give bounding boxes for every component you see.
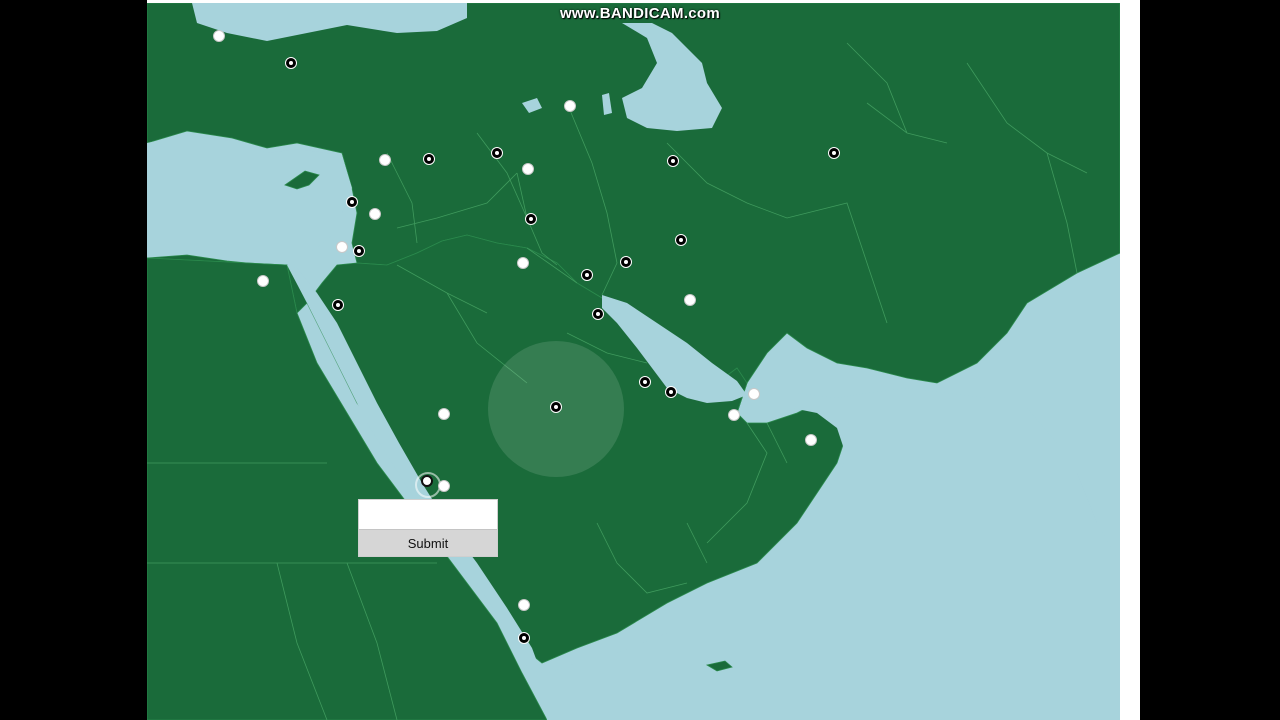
mediterranean-sea [147,135,352,265]
map-marker[interactable] [423,153,435,165]
recorder-watermark: www.BANDICAM.com [559,5,721,22]
map-marker[interactable] [213,30,225,42]
map-marker[interactable] [379,154,391,166]
quiz-stage: Submit [147,0,1140,720]
map-marker[interactable] [369,208,381,220]
map-marker[interactable] [491,147,503,159]
map-marker[interactable] [518,599,530,611]
map-marker[interactable] [550,401,562,413]
map-marker[interactable] [805,434,817,446]
map-marker[interactable] [517,257,529,269]
map-marker[interactable] [336,241,348,253]
map-marker[interactable] [748,388,760,400]
map-svg [147,3,1120,720]
map-marker[interactable] [438,408,450,420]
map-marker[interactable] [438,480,450,492]
map-marker[interactable] [518,632,530,644]
map-marker[interactable] [675,234,687,246]
map-marker[interactable] [353,245,365,257]
answer-popup: Submit [358,499,498,557]
map-marker[interactable] [684,294,696,306]
map-marker[interactable] [332,299,344,311]
map-marker[interactable] [346,196,358,208]
map-marker[interactable] [592,308,604,320]
map-marker[interactable] [525,213,537,225]
map-marker[interactable] [639,376,651,388]
map-marker[interactable] [620,256,632,268]
map-marker[interactable] [665,386,677,398]
map-marker[interactable] [421,475,433,487]
answer-input[interactable] [359,500,497,528]
right-margin [1120,0,1140,720]
map-marker[interactable] [581,269,593,281]
submit-button[interactable]: Submit [359,529,497,556]
map-marker[interactable] [828,147,840,159]
middle-east-map: Submit [147,3,1120,720]
map-marker[interactable] [728,409,740,421]
map-marker[interactable] [522,163,534,175]
map-marker[interactable] [257,275,269,287]
map-marker[interactable] [564,100,576,112]
map-marker[interactable] [285,57,297,69]
map-marker[interactable] [667,155,679,167]
